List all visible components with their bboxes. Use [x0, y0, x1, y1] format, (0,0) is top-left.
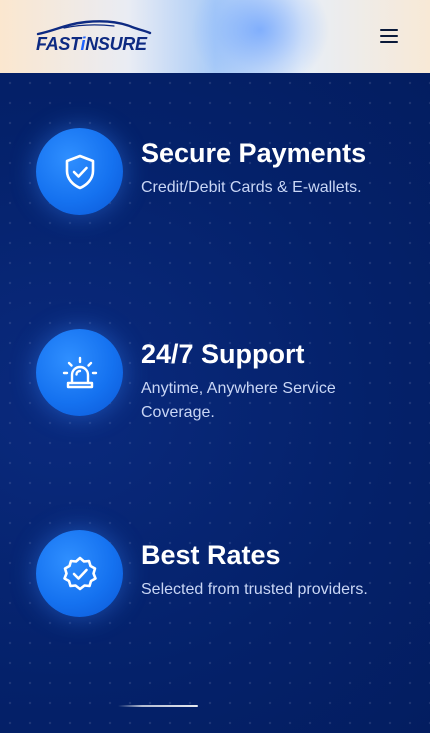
feature-title: Secure Payments [141, 138, 367, 168]
menu-line [380, 29, 398, 31]
fastinsure-logo[interactable]: FASTiNSURE [34, 18, 154, 56]
logo-text-nsure: NSURE [85, 34, 147, 54]
feature-best-rates: Best Rates Selected from trusted provide… [36, 530, 416, 620]
hamburger-menu-icon[interactable] [374, 24, 404, 48]
feature-description: Credit/Debit Cards & E-wallets. [141, 179, 362, 196]
site-header: FASTiNSURE [0, 0, 430, 73]
feature-icon-circle [36, 530, 123, 617]
shield-check-icon [65, 154, 94, 189]
feature-description: Selected from trusted providers. [141, 581, 368, 598]
feature-description: Anytime, Anywhere Service Coverage. [141, 380, 336, 421]
logo-text-fast: FAST [36, 34, 81, 54]
feature-icon-circle [36, 329, 123, 416]
badge-check-icon [62, 556, 97, 590]
feature-title: 24/7 Support [141, 339, 305, 369]
feature-title: Best Rates [141, 540, 281, 570]
feature-secure-payments: Secure Payments Credit/Debit Cards & E-w… [36, 128, 416, 218]
features-section: Secure Payments Credit/Debit Cards & E-w… [0, 73, 430, 733]
scroll-indicator [118, 705, 198, 707]
feature-icon-circle [36, 128, 123, 215]
feature-support: 24/7 Support Anytime, Anywhere Service C… [36, 329, 416, 429]
header-glow [190, 0, 330, 73]
menu-line [380, 35, 398, 37]
logo-text: FASTiNSURE [36, 34, 147, 55]
alarm-siren-icon [62, 356, 97, 388]
menu-line [380, 41, 398, 43]
